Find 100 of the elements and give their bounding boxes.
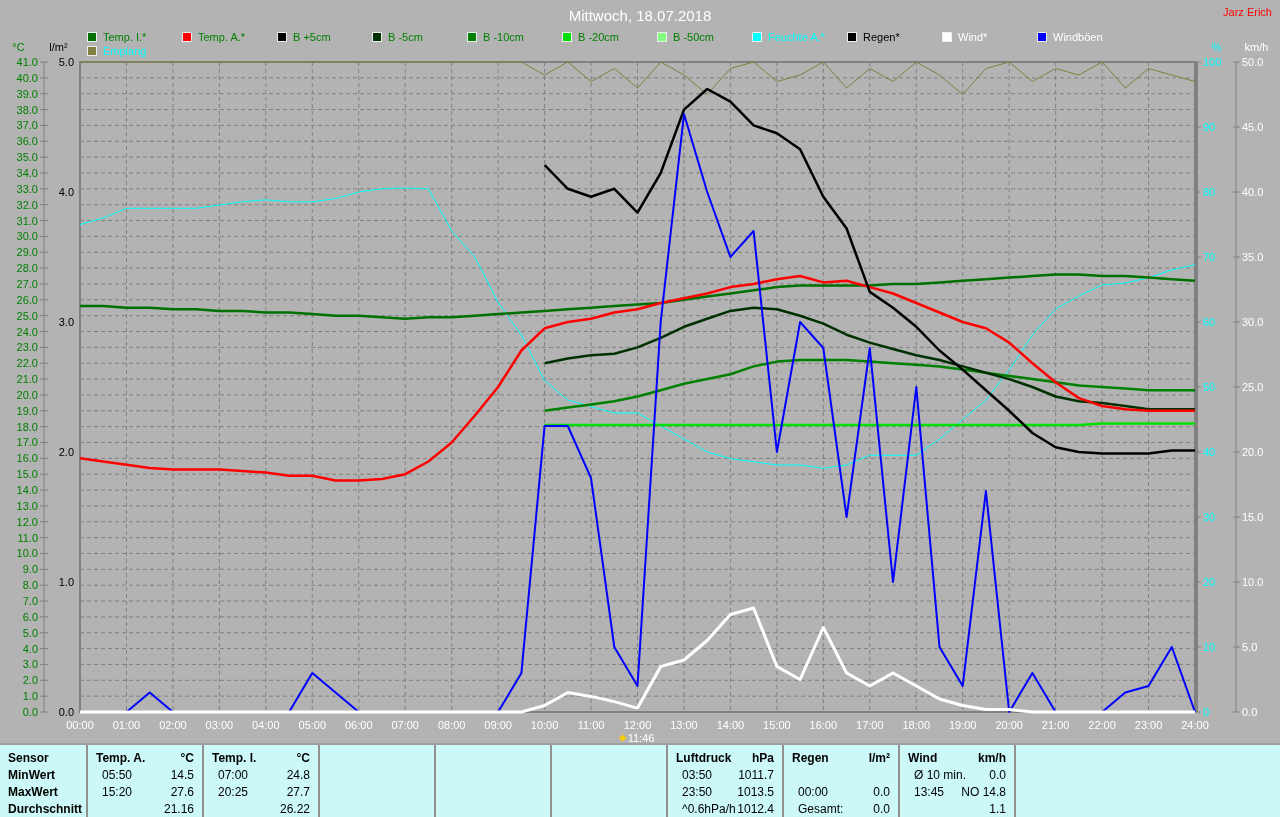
stats-value: 1.1	[989, 801, 1006, 816]
time-label: 14:00	[716, 719, 745, 731]
stats-header: Wind	[908, 750, 938, 765]
axis-tick-label: 40	[1203, 446, 1216, 458]
stats-value: 26.22	[279, 801, 310, 816]
axis-tick-label: 30.0	[16, 230, 38, 243]
time-label: 21:00	[1041, 719, 1070, 731]
stats-value: 27.6	[170, 784, 194, 799]
stats-unit: l/m²	[868, 750, 890, 765]
time-label: 07:00	[391, 719, 419, 731]
stats-value: 27.7	[286, 784, 310, 799]
stats-value: 21.16	[163, 801, 194, 816]
axis-tick-label: 23.0	[16, 341, 38, 354]
axis-tick-label: 22.0	[16, 357, 38, 370]
stats-value: 0.0	[989, 767, 1006, 782]
stats-time: 13:45	[913, 784, 945, 799]
axis-tick-label: 4.0	[58, 186, 74, 198]
axis-tick-label: 30	[1203, 511, 1216, 523]
time-label: 06:00	[345, 719, 373, 731]
legend-label: Feuchte A.*	[768, 30, 825, 43]
axis-tick-label: 26.0	[16, 293, 38, 306]
time-label: 08:00	[437, 719, 466, 731]
axis-tick-label: 50.0	[1242, 58, 1264, 68]
axis-tick-label: 2.0	[58, 446, 74, 458]
axis-tick-label: 13.0	[16, 499, 38, 512]
axis-tick-label: 18.0	[16, 420, 38, 433]
axis-tick-label: 39.0	[16, 87, 38, 100]
axis-tick-label: 35.0	[16, 151, 38, 164]
axis-tick-label: 0.0	[58, 706, 74, 718]
axis-unit: %	[1211, 41, 1222, 53]
axis-tick-label: 45.0	[1242, 121, 1264, 133]
axis-tick-label: 41.0	[16, 58, 38, 68]
axis-tick-label: 60	[1203, 316, 1216, 328]
axis-tick-label: 40.0	[16, 71, 38, 84]
legend-label: Temp. A.*	[198, 30, 246, 43]
axis-tick-label: 9.0	[22, 563, 38, 576]
axis-tick-label: 10	[1203, 641, 1216, 653]
axis-tick-label: 5.0	[1242, 641, 1258, 653]
legend-label: Wind*	[958, 30, 988, 43]
time-label: 09:00	[484, 719, 512, 731]
axis-tick-label: 11.0	[17, 531, 38, 544]
axis-tick-label: 25.0	[16, 309, 38, 322]
time-label: 24:00	[1181, 719, 1209, 731]
axis-tick-label: 29.0	[16, 246, 38, 259]
axis-tick-label: 10.0	[1242, 576, 1264, 588]
axis-tick-label: 34.0	[16, 167, 38, 179]
stats-time: 05:50	[101, 767, 133, 782]
axis-tick-label: 20.0	[16, 388, 38, 401]
time-label: 19:00	[948, 719, 977, 731]
author-name: Jarz Erich	[1223, 6, 1272, 18]
stats-time: 23:50	[681, 784, 713, 799]
axis-tick-label: 3.0	[58, 316, 74, 328]
stats-label: MinWert	[8, 767, 56, 782]
legend-label: Regen*	[863, 30, 900, 43]
time-label: 11:00	[577, 719, 605, 731]
axis-tick-label: 20	[1203, 576, 1216, 588]
axis-tick-label: 4.0	[22, 642, 38, 655]
axis-tick-label: 5.0	[58, 58, 74, 68]
stats-value: 0.0	[873, 784, 890, 799]
stats-time: 20:25	[217, 784, 249, 799]
axis-tick-label: 37.0	[16, 119, 38, 132]
legend-label: B -5cm	[388, 30, 423, 43]
stats-time: 03:50	[681, 767, 713, 782]
legend-label: B -20cm	[578, 30, 619, 43]
legend-label: B -10cm	[483, 30, 524, 43]
time-label: 15:00	[763, 719, 791, 731]
stats-value: 0.0	[873, 801, 890, 816]
axis-tick-label: 17.0	[16, 436, 38, 449]
axis-tick-label: 8.0	[22, 579, 38, 592]
axis-tick-label: 40.0	[1242, 186, 1264, 198]
legend-label: Emplang	[103, 44, 147, 57]
stats-unit: °C	[180, 750, 194, 765]
time-label: 20:00	[995, 719, 1023, 731]
sun-icon	[618, 733, 628, 743]
axis-tick-label: 35.0	[1242, 251, 1264, 263]
time-label: 05:00	[298, 719, 327, 731]
stats-header: Luftdruck	[676, 750, 732, 765]
axis-tick-label: 25.0	[1242, 381, 1264, 393]
stats-label: MaxWert	[8, 784, 58, 799]
chart-title: Mittwoch, 18.07.2018	[568, 6, 712, 24]
axis-unit: km/h	[1244, 41, 1269, 53]
stats-time: Ø 10 min.	[913, 767, 967, 782]
stats-unit: °C	[296, 750, 310, 765]
stats-value: 1012.4	[737, 801, 774, 816]
stats-time: ^0.6hPa/h	[681, 801, 736, 816]
stats-label: Durchschnitt	[8, 801, 82, 816]
time-label: 04:00	[252, 719, 280, 731]
axis-tick-label: 12.0	[16, 515, 38, 528]
stats-value: NO 14.8	[961, 784, 1006, 799]
axis-tick-label: 28.0	[16, 262, 38, 275]
legend-label: B -50cm	[673, 30, 714, 43]
axis-unit: °C	[12, 41, 25, 53]
legend-label: Windböen	[1053, 30, 1103, 43]
time-label: 10:00	[530, 719, 559, 731]
axis-tick-label: 6.0	[22, 610, 38, 623]
time-label: 18:00	[902, 719, 930, 731]
axis-tick-label: 0.0	[1242, 706, 1258, 718]
axis-tick-label: 10.0	[16, 547, 38, 560]
axis-tick-label: 20.0	[1242, 446, 1264, 458]
time-label: 16:00	[809, 719, 838, 731]
